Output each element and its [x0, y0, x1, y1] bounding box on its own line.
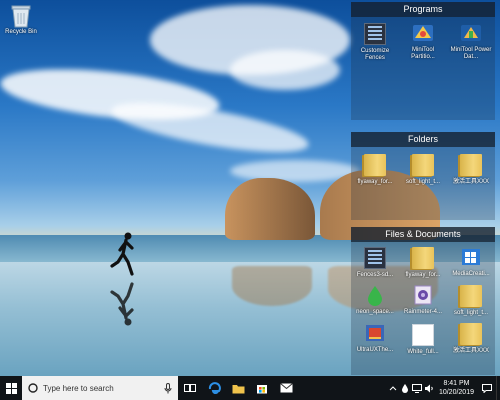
minitool-power-data-icon	[461, 25, 481, 41]
task-view-button[interactable]	[178, 376, 202, 400]
fence-item-folder[interactable]: 激活工具XXX	[447, 322, 495, 356]
fence-item-label: Fences3-sd...	[356, 272, 394, 278]
clock-time: 8:41 PM	[443, 380, 470, 387]
show-desktop-button[interactable]	[496, 376, 500, 400]
fence-item-minitool-partition[interactable]: MiniTool Partitio...	[399, 22, 447, 62]
cloud	[230, 50, 340, 90]
store-button[interactable]	[250, 376, 274, 400]
fence-item-label: MiniTool Power Dat...	[450, 47, 492, 60]
folder-icon	[460, 285, 482, 307]
fence-item-file[interactable]: Rainmeter-4...	[399, 284, 447, 317]
fence-item-label: Rainmeter-4...	[403, 309, 442, 315]
network-button[interactable]	[411, 376, 423, 400]
mail-button[interactable]	[274, 376, 298, 400]
rock-reflection	[232, 266, 312, 306]
action-center-icon	[482, 383, 492, 393]
network-icon	[411, 383, 422, 393]
fence-item-label: UltraUXThe...	[356, 347, 394, 353]
fence-item-label: Customize Fences	[360, 48, 390, 61]
fence-title[interactable]: Folders	[351, 132, 495, 147]
search-placeholder: Type here to search	[43, 383, 114, 393]
fence-item-folder[interactable]: flyaway_for...	[351, 153, 399, 186]
microphone-icon[interactable]	[164, 382, 172, 394]
folder-icon	[364, 154, 386, 176]
fence-item-folder[interactable]: soft_light_t...	[399, 153, 447, 186]
white-file-icon	[412, 324, 434, 346]
folder-icon	[460, 323, 482, 345]
folder-icon	[412, 247, 434, 269]
fence-programs[interactable]: Programs Customize Fences MiniTool Parti…	[351, 2, 495, 120]
fence-item-file[interactable]: UltraUXThe...	[351, 322, 399, 356]
fence-item-label: neon_space...	[356, 309, 394, 315]
fence-item-file[interactable]: neon_space...	[351, 284, 399, 317]
media-creation-icon	[462, 249, 480, 265]
fence-item-file[interactable]: White_full...	[399, 322, 447, 356]
edge-button[interactable]	[202, 376, 226, 400]
desktop-icon-label: Recycle Bin	[5, 29, 37, 35]
clock-date: 10/20/2019	[438, 389, 474, 396]
chevron-up-icon	[389, 386, 397, 391]
edge-icon	[208, 381, 221, 394]
fence-item-label: 激活工具XXX	[452, 179, 489, 185]
show-hidden-icons-button[interactable]	[387, 376, 399, 400]
green-drop-icon	[368, 286, 382, 306]
minitool-partition-icon	[413, 25, 433, 41]
fence-item-file[interactable]: MediaCreati...	[447, 246, 495, 279]
file-explorer-icon	[232, 384, 244, 393]
fence-item-label: soft_light_t...	[405, 179, 441, 185]
volume-button[interactable]	[423, 376, 435, 400]
mail-icon	[279, 383, 293, 393]
rainmeter-icon	[414, 285, 432, 305]
system-tray: 8:41 PM 10/20/2019	[387, 376, 500, 400]
clock[interactable]: 8:41 PM 10/20/2019	[435, 379, 478, 397]
file-explorer-button[interactable]	[226, 376, 250, 400]
folder-icon	[412, 154, 434, 176]
search-box[interactable]: Type here to search	[22, 376, 178, 400]
folder-icon	[460, 154, 482, 176]
fence-item-folder[interactable]: flyaway_for...	[399, 246, 447, 279]
fence-item-label: White_full...	[407, 349, 439, 355]
desktop-icon-recycle-bin[interactable]: Recycle Bin	[4, 4, 38, 35]
fences-app-icon	[364, 247, 386, 269]
runner-silhouette	[110, 232, 134, 276]
fence-item-folder[interactable]: soft_light_t...	[447, 284, 495, 317]
fence-item-label: MiniTool Partitio...	[411, 47, 435, 60]
fence-item-label: flyaway_for...	[357, 179, 393, 185]
fence-title[interactable]: Files & Documents	[351, 227, 495, 242]
volume-icon	[424, 384, 433, 392]
task-view-icon	[184, 384, 196, 392]
fence-item-label: soft_light_t...	[453, 310, 489, 316]
fence-item-customize-fences[interactable]: Customize Fences	[351, 22, 399, 62]
start-button[interactable]	[0, 376, 22, 400]
fence-item-label: 激活工具XXX	[452, 348, 489, 354]
windows-logo-icon	[5, 382, 17, 394]
fence-files-documents[interactable]: Files & Documents Fences3-sd... flyaway_…	[351, 227, 495, 375]
cortana-icon	[28, 383, 38, 393]
rock-formation	[225, 178, 315, 240]
ultrauxtheme-icon	[366, 325, 384, 341]
runner-reflection	[110, 282, 134, 326]
fence-item-file[interactable]: Fences3-sd...	[351, 246, 399, 279]
fences-app-icon	[364, 23, 386, 45]
fence-item-label: flyaway_for...	[405, 272, 441, 278]
store-icon	[257, 385, 267, 394]
fence-item-label: MediaCreati...	[452, 271, 490, 277]
fence-item-folder[interactable]: 激活工具XXX	[447, 153, 495, 186]
recycle-bin-icon	[11, 5, 31, 28]
fence-title[interactable]: Programs	[351, 2, 495, 17]
dropbox-icon	[401, 384, 408, 393]
taskbar: Type here to search 8:41 PM 10/20/2019	[0, 376, 500, 400]
action-center-button[interactable]	[478, 376, 496, 400]
fence-item-minitool-power-data[interactable]: MiniTool Power Dat...	[447, 22, 495, 62]
dropbox-tray-button[interactable]	[399, 376, 411, 400]
fence-folders[interactable]: Folders flyaway_for... soft_light_t... 激…	[351, 132, 495, 220]
